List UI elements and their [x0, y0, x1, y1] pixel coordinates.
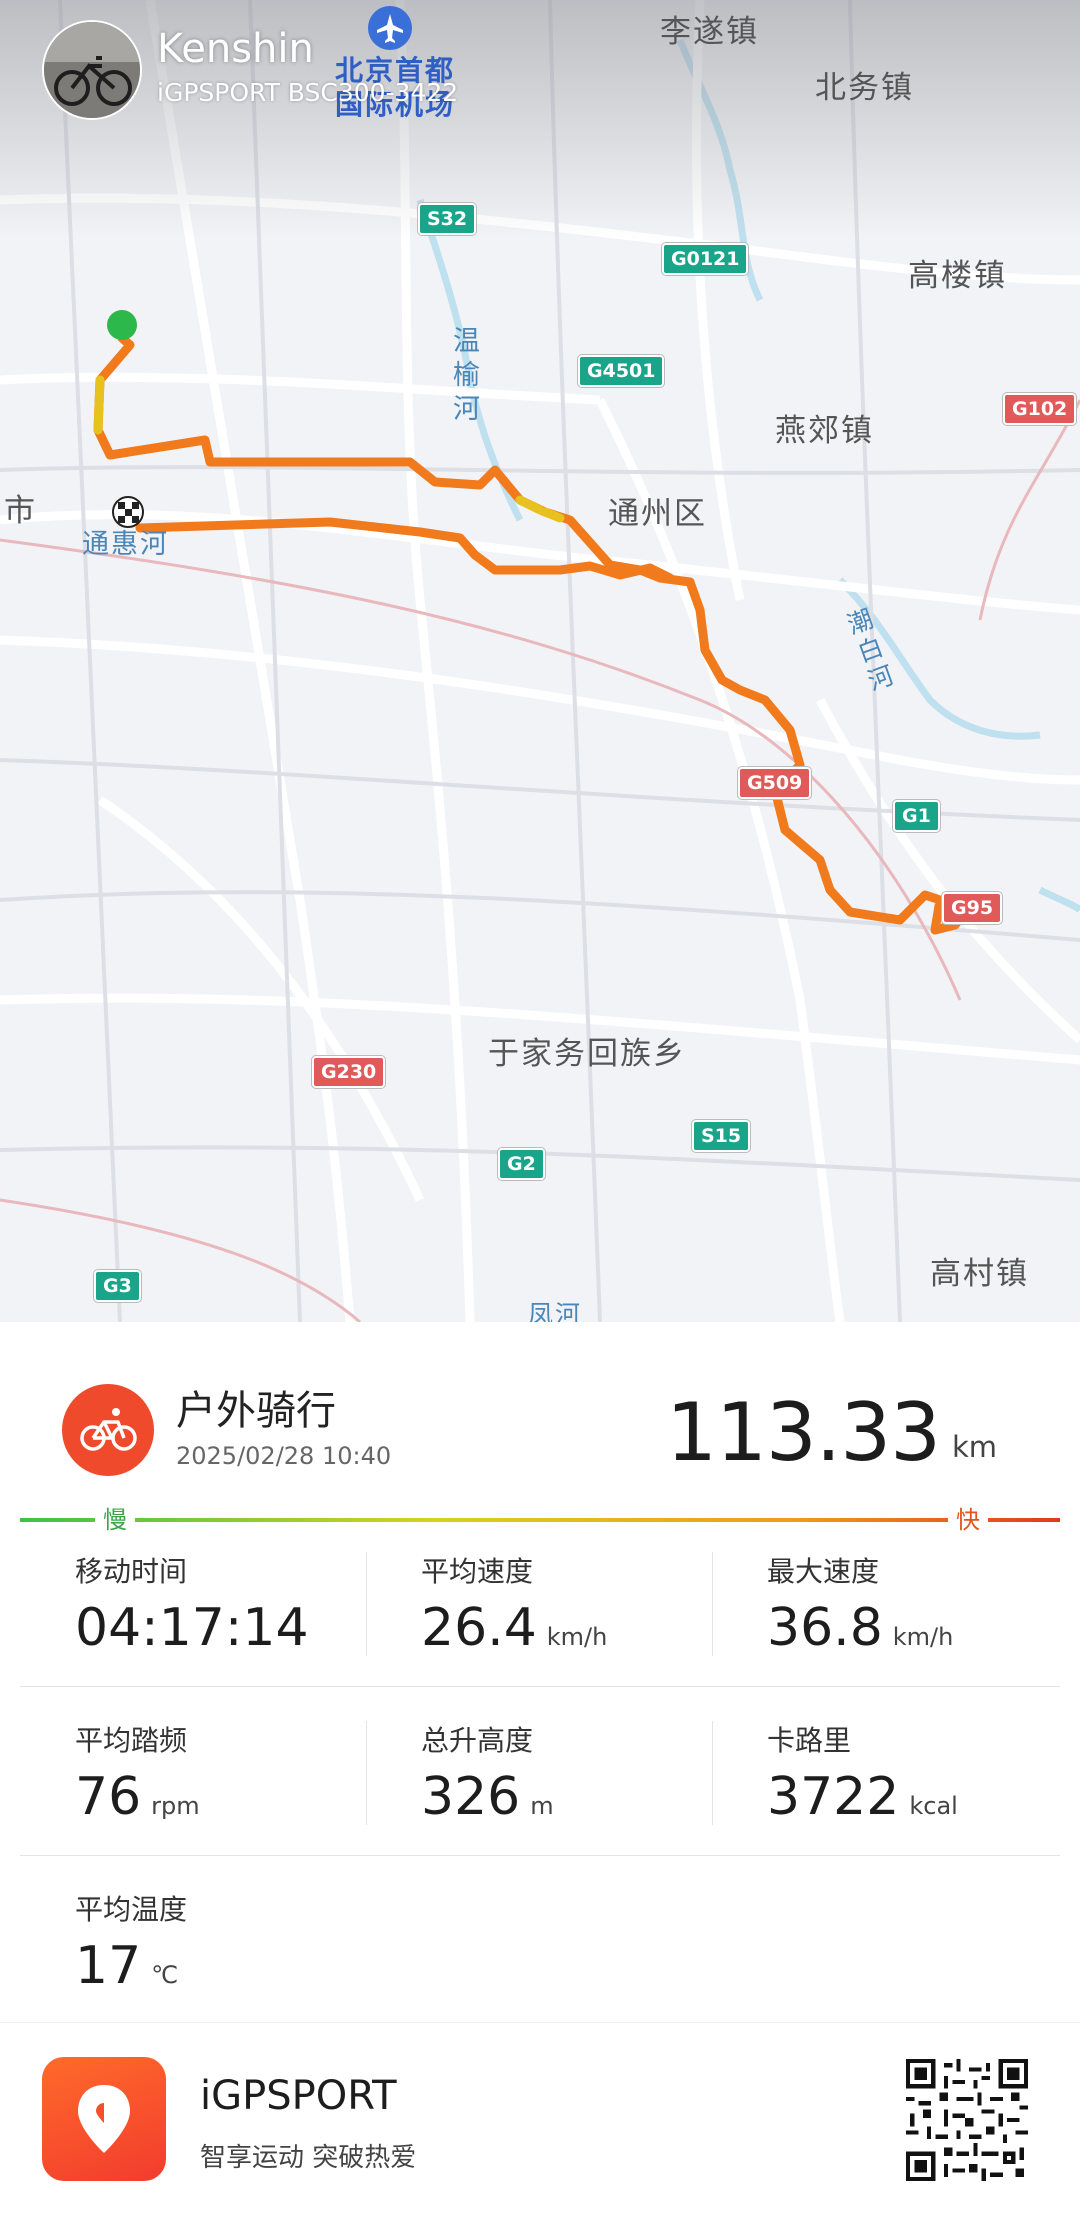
divider — [712, 1552, 713, 1656]
stat-max-speed: 最大速度 36.8 km/h — [767, 1550, 1080, 1670]
stat-label: 平均温度 — [75, 1893, 188, 1926]
speed-fast-label: 快 — [948, 1500, 988, 1535]
stat-unit: m — [530, 1792, 554, 1820]
activity-type: 户外骑行 — [176, 1388, 336, 1434]
start-marker-icon — [107, 310, 137, 340]
app-footer: iGPSPORT 智享运动 突破热爱 — [0, 2022, 1080, 2214]
total-distance: 113.33 — [666, 1386, 941, 1479]
map-base — [0, 0, 1080, 1322]
stat-label: 最大速度 — [767, 1555, 880, 1588]
road-shield-g3: G3 — [94, 1270, 141, 1302]
road-shield-g230: G230 — [312, 1056, 386, 1088]
stat-label: 平均速度 — [421, 1555, 534, 1588]
stat-label: 总升高度 — [421, 1724, 534, 1757]
location-pin-icon — [42, 2057, 166, 2181]
road-shield-g95: G95 — [942, 892, 1003, 924]
stat-unit: rpm — [151, 1792, 200, 1820]
river-label-tonghui: 通惠河 — [82, 529, 169, 560]
divider — [366, 1552, 367, 1656]
device-name: iGPSPORT BSC300-3422 — [157, 78, 459, 107]
stat-value: 326 — [421, 1767, 521, 1827]
route-map[interactable]: 李遂镇 北务镇 高楼镇 燕郊镇 通州区 市 通惠河 温榆河 潮白河 于家务回族乡… — [0, 0, 1080, 1322]
stat-value: 26.4 — [421, 1598, 537, 1658]
activity-summary: 户外骑行 2025/02/28 10:40 113.33 km 慢 快 移动时间… — [0, 1322, 1080, 2022]
road-shield-s32: S32 — [418, 203, 477, 235]
stat-value: 17 — [75, 1936, 142, 1996]
stat-avg-speed: 平均速度 26.4 km/h — [421, 1550, 741, 1670]
avatar[interactable] — [42, 20, 142, 120]
stat-calories: 卡路里 3722 kcal — [767, 1719, 1080, 1839]
road-shield-g0121: G0121 — [662, 243, 749, 275]
stat-value: 36.8 — [767, 1598, 883, 1658]
stat-avg-cadence: 平均踏频 76 rpm — [75, 1719, 395, 1839]
divider — [366, 1721, 367, 1825]
place-label-gaolou: 高楼镇 — [908, 258, 1007, 294]
username: Kenshin — [157, 26, 314, 72]
stat-label: 平均踏频 — [75, 1724, 188, 1757]
speed-legend: 慢 快 — [20, 1500, 1060, 1540]
divider — [20, 1686, 1060, 1687]
app-slogan: 智享运动 突破热爱 — [200, 2143, 417, 2173]
place-label-yanjiao: 燕郊镇 — [775, 413, 874, 449]
place-label-beiwu: 北务镇 — [815, 70, 914, 106]
stat-elevation-gain: 总升高度 326 m — [421, 1719, 741, 1839]
place-label-shi: 市 — [4, 493, 37, 529]
stat-unit: kcal — [909, 1792, 958, 1820]
road-shield-g509: G509 — [738, 767, 812, 799]
stat-label: 卡路里 — [767, 1724, 852, 1757]
road-shield-g1: G1 — [893, 800, 940, 832]
place-label-tongzhou: 通州区 — [608, 496, 707, 532]
road-shield-g4501: G4501 — [578, 355, 665, 387]
place-label-gaocun: 高村镇 — [930, 1256, 1029, 1292]
river-label-wenyu: 温榆河 — [453, 326, 482, 425]
activity-datetime: 2025/02/28 10:40 — [176, 1442, 392, 1470]
airplane-icon — [368, 6, 412, 50]
qr-code-icon[interactable] — [906, 2059, 1028, 2181]
stat-label: 移动时间 — [75, 1555, 188, 1588]
bicycle-icon — [62, 1384, 154, 1476]
stat-value: 04:17:14 — [75, 1598, 309, 1658]
road-shield-g102: G102 — [1003, 393, 1077, 425]
stat-unit: km/h — [546, 1623, 608, 1651]
route-line-return — [135, 517, 675, 583]
road-shield-g2: G2 — [498, 1148, 545, 1180]
stat-avg-temperature: 平均温度 17 ℃ — [75, 1888, 395, 2008]
road-shield-s15: S15 — [692, 1120, 751, 1152]
stat-unit: ℃ — [151, 1961, 179, 1989]
divider — [20, 1855, 1060, 1856]
app-name: iGPSPORT — [200, 2073, 397, 2119]
stat-moving-time: 移动时间 04:17:14 — [75, 1550, 395, 1670]
river-label-fenghe: 凤河 — [528, 1300, 583, 1322]
place-label-yujiawu: 于家务回族乡 — [488, 1036, 686, 1072]
place-label-lisui: 李遂镇 — [660, 14, 759, 50]
divider — [712, 1721, 713, 1825]
stat-value: 3722 — [767, 1767, 900, 1827]
stat-value: 76 — [75, 1767, 142, 1827]
stat-unit: km/h — [892, 1623, 954, 1651]
speed-slow-label: 慢 — [95, 1500, 135, 1535]
distance-unit: km — [952, 1430, 998, 1464]
